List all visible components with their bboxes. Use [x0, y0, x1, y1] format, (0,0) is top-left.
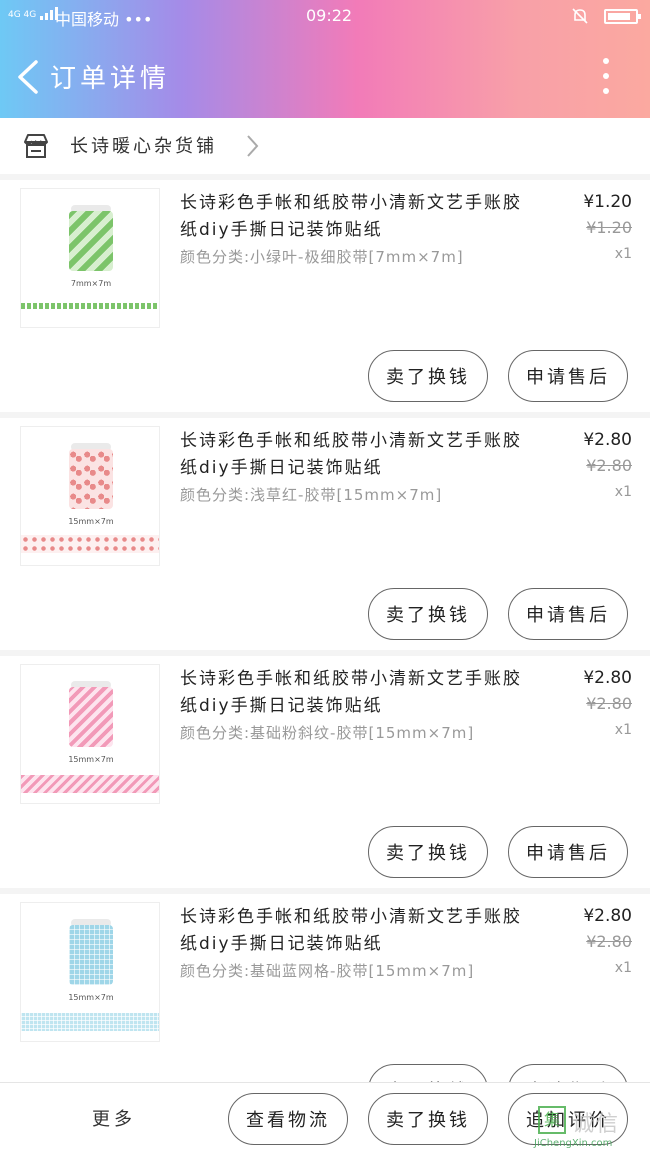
- app-header: 订单详情: [0, 32, 650, 118]
- order-item[interactable]: 7mm×7m 长诗彩色手帐和纸胶带小清新文艺手账胶纸diy手撕日记装饰贴纸 颜色…: [0, 180, 650, 412]
- product-price: ¥2.80: [583, 430, 632, 450]
- sell-button[interactable]: 卖了换钱: [368, 1093, 488, 1145]
- order-item[interactable]: 15mm×7m 长诗彩色手帐和纸胶带小清新文艺手账胶纸diy手撕日记装饰贴纸 颜…: [0, 418, 650, 650]
- original-price: ¥2.80: [586, 932, 632, 951]
- product-thumbnail[interactable]: 15mm×7m: [20, 902, 160, 1042]
- shop-row[interactable]: 长诗暖心杂货铺: [0, 118, 650, 174]
- product-spec: 颜色分类:小绿叶-极细胶带[7mm×7m]: [180, 248, 464, 266]
- shop-name: 长诗暖心杂货铺: [70, 136, 217, 157]
- signal-icon: 4G 4G: [8, 6, 59, 20]
- sell-button[interactable]: 卖了换钱: [368, 350, 488, 402]
- carrier-name: 中国移动 •••: [55, 10, 153, 29]
- product-price: ¥1.20: [583, 192, 632, 212]
- after-sale-button[interactable]: 申请售后: [508, 588, 628, 640]
- product-thumbnail[interactable]: 7mm×7m: [20, 188, 160, 328]
- product-quantity: x1: [614, 246, 632, 262]
- chevron-right-icon: [244, 134, 260, 158]
- product-quantity: x1: [614, 484, 632, 500]
- product-spec: 颜色分类:基础粉斜纹-胶带[15mm×7m]: [180, 724, 475, 742]
- watermark-brand: 诚信: [572, 1112, 621, 1137]
- status-bar: 4G 4G 中国移动 ••• 09:22: [0, 0, 650, 32]
- product-title[interactable]: 长诗彩色手帐和纸胶带小清新文艺手账胶纸diy手撕日记装饰贴纸: [180, 904, 530, 958]
- product-quantity: x1: [614, 960, 632, 976]
- status-time: 09:22: [306, 6, 353, 25]
- product-title[interactable]: 长诗彩色手帐和纸胶带小清新文艺手账胶纸diy手撕日记装饰贴纸: [180, 190, 530, 244]
- original-price: ¥2.80: [586, 456, 632, 475]
- product-price: ¥2.80: [583, 906, 632, 926]
- product-spec: 颜色分类:基础蓝网格-胶带[15mm×7m]: [180, 962, 475, 980]
- more-link[interactable]: 更多: [92, 1105, 136, 1131]
- bell-muted-icon: [570, 6, 590, 30]
- after-sale-button[interactable]: 申请售后: [508, 350, 628, 402]
- tape-roll-image: [69, 211, 113, 271]
- network-type: 4G 4G: [8, 10, 37, 20]
- product-thumbnail[interactable]: 15mm×7m: [20, 664, 160, 804]
- sell-button[interactable]: 卖了换钱: [368, 588, 488, 640]
- product-thumbnail[interactable]: 15mm×7m: [20, 426, 160, 566]
- thumbnail-size-label: 15mm×7m: [68, 755, 114, 764]
- product-spec: 颜色分类:浅草红-胶带[15mm×7m]: [180, 486, 443, 504]
- original-price: ¥2.80: [586, 694, 632, 713]
- battery-icon: [604, 9, 641, 24]
- view-logistics-button[interactable]: 查看物流: [228, 1093, 348, 1145]
- tape-roll-image: [69, 687, 113, 747]
- order-item[interactable]: 15mm×7m 长诗彩色手帐和纸胶带小清新文艺手账胶纸diy手撕日记装饰贴纸 颜…: [0, 656, 650, 888]
- watermark-logo: 集 诚信 JiChengXin.com: [530, 1100, 645, 1150]
- sell-button[interactable]: 卖了换钱: [368, 826, 488, 878]
- watermark-url: JiChengXin.com: [534, 1138, 613, 1149]
- thumbnail-size-label: 15mm×7m: [68, 993, 114, 1002]
- tape-roll-image: [69, 925, 113, 985]
- original-price: ¥1.20: [586, 218, 632, 237]
- thumbnail-size-label: 7mm×7m: [70, 279, 112, 288]
- after-sale-button[interactable]: 申请售后: [508, 826, 628, 878]
- product-title[interactable]: 长诗彩色手帐和纸胶带小清新文艺手账胶纸diy手撕日记装饰贴纸: [180, 666, 530, 720]
- store-icon: [22, 132, 50, 160]
- product-quantity: x1: [614, 722, 632, 738]
- product-price: ¥2.80: [583, 668, 632, 688]
- tape-roll-image: [69, 449, 113, 509]
- watermark-icon: 集: [538, 1106, 566, 1134]
- thumbnail-size-label: 15mm×7m: [68, 517, 114, 526]
- page-title: 订单详情: [50, 64, 171, 94]
- back-arrow-icon[interactable]: [14, 60, 44, 94]
- product-title[interactable]: 长诗彩色手帐和纸胶带小清新文艺手账胶纸diy手撕日记装饰贴纸: [180, 428, 530, 482]
- more-vertical-icon[interactable]: [600, 58, 612, 94]
